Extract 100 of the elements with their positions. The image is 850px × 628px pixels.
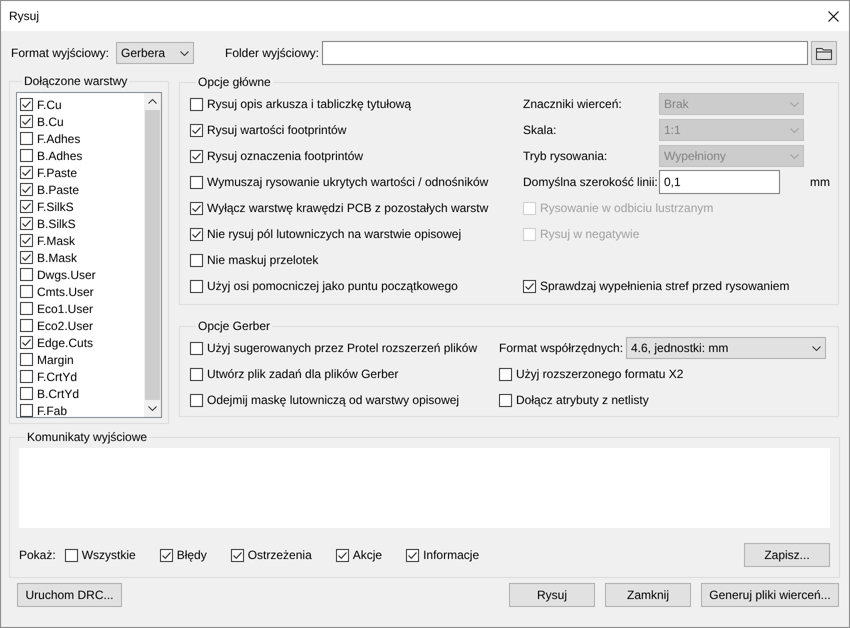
checkbox[interactable]: [190, 228, 203, 240]
checkbox-label: Rysuj oznaczenia footprintów: [207, 148, 364, 165]
button[interactable]: Generuj pliki wierceń...: [701, 583, 839, 607]
setting-label: Domyślna szerokość linii:: [523, 174, 659, 191]
checkbox[interactable]: [20, 166, 33, 179]
checkbox-label: Wymuszaj rysowanie ukrytych wartości / odnośników: [207, 174, 488, 191]
checkbox[interactable]: [190, 124, 203, 136]
checkbox[interactable]: [20, 285, 33, 298]
unit-label: mm: [810, 174, 830, 191]
layer-name[interactable]: Margin: [37, 350, 74, 368]
layer-name[interactable]: B.Paste: [37, 180, 80, 198]
layer-name[interactable]: Dwgs.User: [37, 266, 96, 284]
line-width-field[interactable]: 0,1: [659, 170, 780, 194]
button[interactable]: Zamknij: [605, 583, 691, 607]
layer-name[interactable]: B.Adhes: [37, 146, 82, 164]
scrollbar-thumb[interactable]: [145, 110, 160, 400]
checkbox-label: Ostrzeżenia: [248, 547, 312, 564]
layer-name[interactable]: Cmts.User: [37, 282, 94, 300]
checkbox[interactable]: [64, 548, 78, 562]
checkbox[interactable]: [20, 353, 33, 366]
layer-name[interactable]: F.Adhes: [37, 130, 80, 148]
layer-name[interactable]: F.Paste: [37, 164, 78, 182]
close-icon[interactable]: [828, 10, 839, 22]
dropdown[interactable]: Gerbera: [116, 42, 194, 64]
layer-name[interactable]: F.SilkS: [37, 198, 74, 216]
checkbox[interactable]: [499, 368, 512, 380]
dropdown[interactable]: 4.6, jednostki: mm: [626, 337, 826, 359]
checkbox[interactable]: [20, 404, 33, 417]
folder-icon: [816, 46, 832, 60]
checkbox-label: Odejmij maskę lutowniczą od warstwy opisowej: [207, 392, 460, 409]
layer-name[interactable]: F.Mask: [37, 232, 76, 250]
checkbox[interactable]: [230, 548, 244, 562]
checkbox[interactable]: [20, 336, 33, 349]
checkbox[interactable]: [20, 132, 33, 145]
checkbox[interactable]: [20, 217, 33, 230]
chevron-down-icon: [812, 346, 821, 350]
checkbox[interactable]: [20, 183, 33, 196]
checkbox[interactable]: [190, 280, 203, 292]
checkbox[interactable]: [190, 202, 203, 214]
layer-name[interactable]: F.Fab: [37, 402, 68, 417]
checkbox[interactable]: [20, 268, 33, 281]
layer-name[interactable]: B.Mask: [37, 248, 78, 266]
checkbox[interactable]: [20, 149, 33, 162]
setting-label: Format współrzędnych:: [499, 340, 624, 357]
checkbox-label: Informacje: [423, 547, 480, 564]
checkbox[interactable]: [20, 370, 33, 383]
checkbox[interactable]: [20, 319, 33, 332]
checkbox-label: Utwórz plik zadań dla plików Gerber: [207, 366, 398, 383]
folder-label: Folder wyjściowy:: [225, 45, 320, 62]
checkbox[interactable]: [190, 176, 203, 188]
setting-label: Skala:: [523, 122, 558, 139]
checkbox-label: Użyj sugerowanych przez Protel rozszerzeń plików: [207, 340, 478, 357]
checkbox[interactable]: [20, 387, 33, 400]
checkbox[interactable]: [20, 302, 33, 315]
checkbox[interactable]: [523, 280, 536, 292]
checkbox-label: Rysuj opis arkusza i tabliczkę tytułową: [207, 96, 412, 113]
window-title: Rysuj: [9, 8, 40, 25]
button[interactable]: Rysuj: [509, 583, 595, 607]
format-label: Format wyjściowy:: [11, 45, 110, 62]
browse-button[interactable]: [811, 41, 837, 65]
group-title: Opcje Gerber: [197, 318, 272, 335]
setting-label: Tryb rysowania:: [523, 148, 608, 165]
checkbox[interactable]: [20, 115, 33, 128]
chevron-down-icon: [790, 102, 799, 106]
layer-name[interactable]: B.SilkS: [37, 214, 76, 232]
checkbox[interactable]: [190, 150, 203, 162]
checkbox[interactable]: [190, 368, 203, 380]
checkbox[interactable]: [406, 548, 420, 562]
button[interactable]: Zapisz...: [744, 543, 830, 567]
checkbox-label: Wyłącz warstwę krawędzi PCB z pozostałych warstw: [207, 200, 488, 217]
layer-name[interactable]: Edge.Cuts: [37, 334, 94, 352]
checkbox[interactable]: [499, 394, 512, 406]
checkbox[interactable]: [20, 98, 33, 111]
button[interactable]: Uruchom DRC...: [17, 583, 122, 607]
checkbox-label: Nie maskuj przelotek: [207, 252, 318, 269]
checkbox[interactable]: [190, 342, 203, 354]
checkbox[interactable]: [20, 234, 33, 247]
scrollbar[interactable]: [144, 93, 161, 417]
group-title: Opcje główne: [197, 74, 272, 91]
chevron-down-icon: [790, 154, 799, 158]
layer-name[interactable]: F.Cu: [37, 96, 62, 114]
layer-name[interactable]: Eco1.User: [37, 300, 94, 318]
layer-name[interactable]: F.CrtYd: [37, 368, 78, 386]
checkbox[interactable]: [190, 394, 203, 406]
chevron-down-icon: [790, 128, 799, 132]
layer-name[interactable]: B.CrtYd: [37, 384, 80, 402]
checkbox[interactable]: [190, 98, 203, 110]
group-title: Komunikaty wyjściowe: [26, 429, 148, 446]
layer-name[interactable]: Eco2.User: [37, 316, 94, 334]
checkbox-label: Rysuj w negatywie: [540, 226, 640, 243]
checkbox-label: Błędy: [176, 547, 207, 564]
group-title: Dołączone warstwy: [23, 73, 128, 90]
checkbox[interactable]: [20, 200, 33, 213]
folder-field[interactable]: [322, 41, 808, 65]
checkbox[interactable]: [20, 251, 33, 264]
checkbox[interactable]: [160, 548, 173, 562]
checkbox[interactable]: [190, 254, 203, 266]
checkbox[interactable]: [336, 548, 349, 562]
chevron-down-icon: [180, 50, 189, 56]
layer-name[interactable]: B.Cu: [37, 112, 64, 130]
